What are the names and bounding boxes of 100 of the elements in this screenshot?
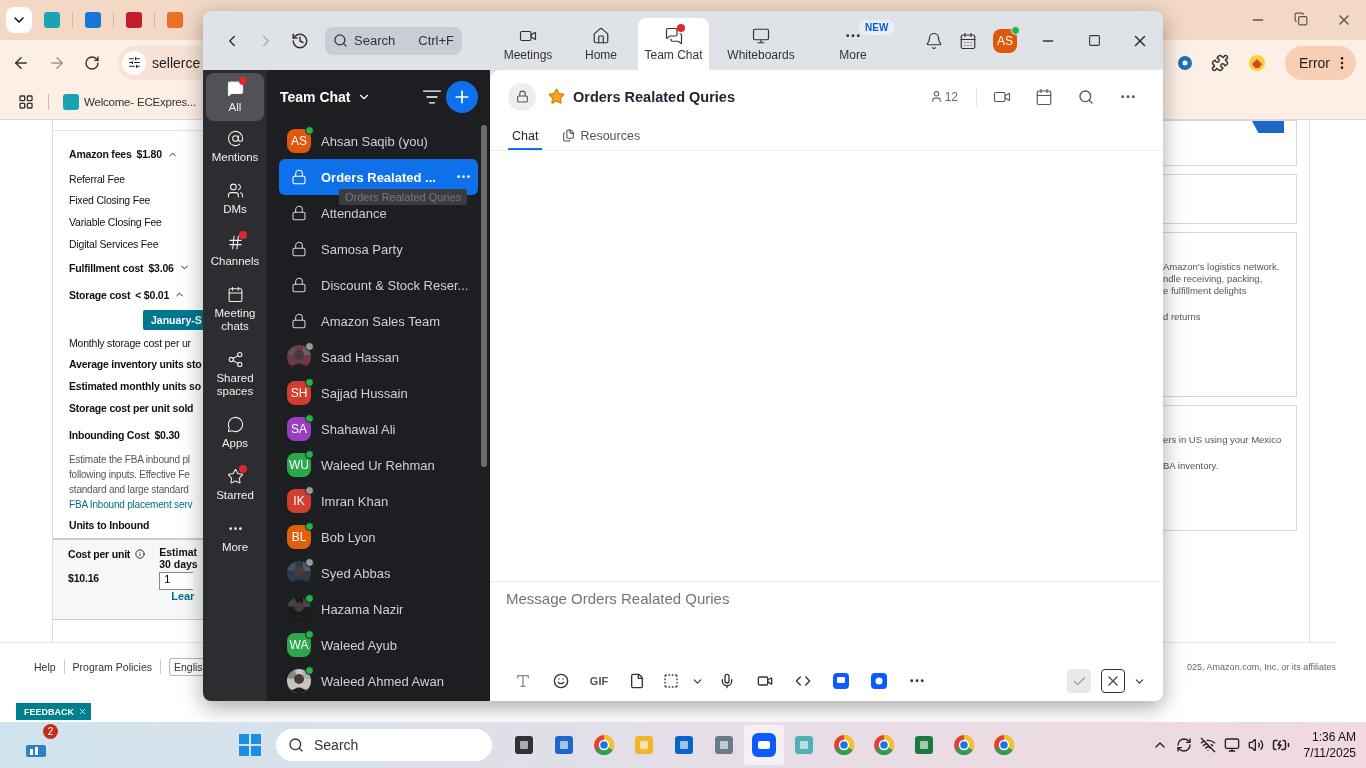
chat-item[interactable]: WA Waleed Ayub [279,627,478,663]
learn-link[interactable]: Lear [171,590,195,602]
members-button[interactable]: 12 [929,89,958,104]
extensions-icon[interactable] [1210,53,1229,72]
app-icon[interactable] [553,734,575,756]
feedback-button[interactable]: FEEDBACK [16,703,91,720]
profile-button[interactable]: Error [1284,45,1356,80]
nav-tab[interactable]: Team Chat [638,18,709,70]
rail-item[interactable]: Starred [206,459,264,511]
app-icon[interactable] [833,673,849,689]
chat-item[interactable]: Syed Abbas [279,555,478,591]
chat-item[interactable]: Samosa Party [279,231,478,267]
video-icon[interactable] [757,673,773,689]
chat-item[interactable]: WU Waleed Ur Rehman [279,447,478,483]
maximize-icon[interactable] [1087,34,1101,47]
browser-icon[interactable] [993,734,1015,756]
screenshot-icon[interactable] [663,673,679,689]
mic-icon[interactable] [719,673,735,689]
channel-title: Orders Realated Quries [573,88,735,105]
chat-item[interactable]: Discount & Stock Reser... [279,267,478,303]
rail-item[interactable]: Meeting chats [206,277,264,342]
file-icon[interactable] [629,673,645,689]
channel-tab[interactable]: Resources [558,123,645,150]
footer-link[interactable]: Program Policies [72,660,152,673]
calendar-icon [226,286,244,303]
more-icon[interactable] [910,679,924,683]
chat-item[interactable]: Amazon Sales Team [279,303,478,339]
browser-icon[interactable] [953,734,975,756]
address-field[interactable]: sellerce [118,45,202,80]
sync-icon[interactable] [1175,737,1192,753]
emoji-icon[interactable] [553,673,569,689]
rail-item[interactable]: DMs [206,173,264,225]
nav-tab[interactable]: NEW More [813,18,893,70]
chat-item[interactable]: BL Bob Lyon [279,519,478,555]
language-select[interactable]: Englis [169,657,203,676]
network-icon[interactable] [1199,737,1216,753]
start-icon[interactable] [239,734,261,756]
app-icon[interactable] [871,673,887,689]
nav-tab[interactable]: Meetings [492,18,564,70]
calendar-icon[interactable] [959,31,977,50]
list-title[interactable]: Team Chat [280,88,351,105]
rail-item[interactable]: Mentions [206,121,264,173]
chat-item[interactable]: Saad Hassan [279,339,478,375]
app-icon[interactable] [673,734,695,756]
browser-icon[interactable] [873,734,895,756]
lock-icon [291,313,307,329]
channel-tab[interactable]: Chat [508,123,543,150]
chat-item[interactable]: Hazama Nazir [279,591,478,627]
extension-icon[interactable] [1176,54,1193,71]
format-icon[interactable] [515,673,531,689]
extension-icon[interactable] [1246,53,1267,72]
estimate-label: Estimat [159,546,198,558]
rail-item[interactable]: Apps [206,407,264,459]
clock[interactable]: 1:36 AM 7/11/2025 [1303,729,1356,761]
apps-icon[interactable] [18,94,34,110]
new-chat-button[interactable] [446,80,478,113]
app-icon[interactable] [913,734,935,756]
gif-button[interactable]: GIF [582,675,616,687]
tune-icon[interactable] [127,56,141,69]
video-app-icon[interactable] [752,733,776,757]
bookmark-link[interactable]: Welcome- ECExpres... [63,94,197,110]
close-button[interactable] [1101,669,1125,693]
footer-link[interactable]: Help [34,660,56,673]
info-icon[interactable] [135,549,146,559]
scrollbar[interactable] [481,125,487,467]
widgets-icon[interactable] [26,745,46,757]
display-icon[interactable] [1223,737,1240,753]
nav-tab[interactable]: Home [566,18,636,70]
rail-item[interactable]: More [206,511,264,563]
bell-icon[interactable] [925,31,943,50]
calendar-icon[interactable] [1035,87,1053,106]
placement-link[interactable]: FBA Inbound placement serv [69,497,193,513]
chat-item[interactable]: SA Shahawal Ali [279,411,478,447]
volume-icon[interactable] [1247,737,1264,753]
history-icon[interactable] [291,31,309,50]
restore-icon[interactable] [1294,12,1308,26]
rail-item[interactable]: Shared spaces [206,342,264,407]
chat-item[interactable]: AS Ahsan Saqib (you) [279,123,478,159]
month-button[interactable]: January-S [143,309,203,330]
chat-item[interactable]: Waleed Ahmed Awan [279,663,478,699]
more-icon[interactable] [1121,94,1135,99]
nav-tab[interactable]: Whiteboards [711,18,811,70]
units-field[interactable]: 1 [159,572,194,590]
app-icon[interactable] [513,734,535,756]
rail-item[interactable]: All [206,73,264,121]
search-field[interactable]: Search [276,729,492,761]
fee-label: Monthly storage cost per ur [69,336,191,349]
browser-icon[interactable] [593,734,615,756]
reload-icon[interactable] [84,54,100,71]
search-field[interactable]: Search Ctrl+F [325,26,462,55]
chat-item[interactable]: IK Imran Khan [279,483,478,519]
search-icon[interactable] [1078,88,1094,105]
chat-item[interactable]: SH Sajjad Hussain [279,375,478,411]
browser-icon[interactable] [833,734,855,756]
profile-avatar[interactable]: AS [993,28,1017,53]
star-icon[interactable] [548,88,565,105]
rail-item[interactable]: Channels [206,225,264,277]
code-icon[interactable] [795,673,811,689]
message-field[interactable]: Message Orders Realated Quries [506,590,1149,661]
notification-badge: 2 [43,724,58,739]
